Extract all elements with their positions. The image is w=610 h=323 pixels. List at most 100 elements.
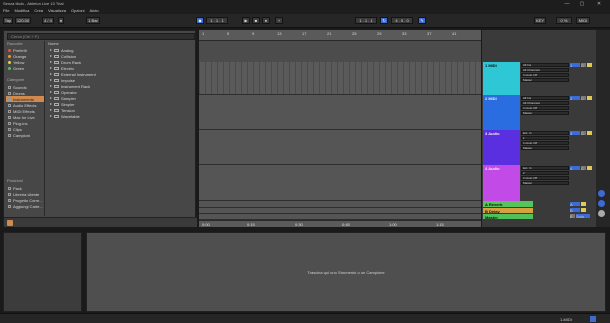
expand-icon[interactable] <box>50 109 52 111</box>
menu-aiuto[interactable]: Aiuto <box>90 8 99 13</box>
io-toggle-icon[interactable] <box>598 200 605 207</box>
track-activator[interactable]: 2 <box>570 96 580 101</box>
expand-icon[interactable] <box>50 73 52 75</box>
menu-crea[interactable]: Crea <box>34 8 43 13</box>
expand-icon[interactable] <box>50 49 52 51</box>
expand-icon[interactable] <box>50 115 52 117</box>
master-volume[interactable]: 0 <box>570 214 575 219</box>
menu-modifica[interactable]: Modifica <box>14 8 29 13</box>
time-ruler[interactable]: 0:00 0:15 0:30 0:45 1:00 1:15 <box>199 220 481 227</box>
record-icon[interactable]: ● <box>262 17 270 24</box>
expand-icon[interactable] <box>50 55 52 57</box>
track-1-midi[interactable]: 1 MIDI All Ins All Channels In Auto Off … <box>482 62 606 95</box>
expand-icon[interactable] <box>50 79 52 81</box>
return-a-solo[interactable]: S <box>581 202 586 207</box>
metronome-icon[interactable]: ● <box>58 17 64 24</box>
browser-item[interactable]: Wavetable <box>50 113 80 119</box>
track-2-title[interactable]: 2 MIDI <box>483 95 520 130</box>
track-4-title[interactable]: 4 Audio <box>483 165 520 201</box>
signature-field[interactable]: 4 / 4 <box>42 17 54 24</box>
track-1-title[interactable]: 1 MIDI <box>483 62 520 95</box>
stop-icon[interactable]: ■ <box>252 17 260 24</box>
follow-icon[interactable]: ◆ <box>196 17 204 24</box>
return-a-activator[interactable]: A <box>570 202 580 207</box>
return-lane-a[interactable] <box>199 201 481 208</box>
monitor-select[interactable]: In Auto Off <box>521 73 569 77</box>
position-field[interactable]: 1 . 1 . 1 <box>206 17 228 24</box>
beat-ruler[interactable]: 1 5 9 13 17 21 25 29 33 37 41 <box>199 30 481 41</box>
play-icon[interactable]: ▶ <box>242 17 250 24</box>
return-b-activator[interactable]: B <box>570 208 580 213</box>
input-channel-select[interactable]: All Channels <box>521 68 569 72</box>
expand-icon[interactable] <box>50 67 52 69</box>
track-lane-2[interactable] <box>199 95 481 130</box>
input-type-select[interactable]: All Ins <box>521 96 569 100</box>
master-title[interactable]: Master <box>483 214 533 220</box>
output-select[interactable]: Master <box>521 146 569 150</box>
draw-mode-icon[interactable]: ✎ <box>418 17 426 24</box>
expand-icon[interactable] <box>50 91 52 93</box>
expand-icon[interactable] <box>50 61 52 63</box>
track-4-audio[interactable]: 4 Audio Ext. In 2 In Auto Off Master 4CS <box>482 165 606 201</box>
solo-button[interactable]: S <box>587 96 592 101</box>
category-campioni[interactable]: Campioni <box>6 132 44 138</box>
expand-icon[interactable] <box>50 97 52 99</box>
return-b-title[interactable]: B Delay <box>483 208 533 214</box>
menu-visualizza[interactable]: Visualizza <box>48 8 66 13</box>
pan-knob[interactable]: C <box>581 63 586 68</box>
monitor-select[interactable]: In Auto Off <box>521 176 569 180</box>
mixer-toggle-icon[interactable] <box>598 210 605 217</box>
menu-file[interactable]: File <box>3 8 9 13</box>
input-channel-select[interactable]: 1 <box>521 136 569 140</box>
expand-icon[interactable] <box>50 85 52 87</box>
loop-start-field[interactable]: 1 . 1 . 1 <box>355 17 377 24</box>
track-lane-3[interactable] <box>199 130 481 165</box>
browser-search-input[interactable]: Cerca (Ctrl + F) <box>7 33 195 40</box>
track-activator[interactable]: 1 <box>570 63 580 68</box>
input-type-select[interactable]: All Ins <box>521 63 569 67</box>
output-select[interactable]: Master <box>521 111 569 115</box>
monitor-select[interactable]: In Auto Off <box>521 106 569 110</box>
overdub-icon[interactable]: + <box>275 17 283 24</box>
device-detail-panel[interactable]: Trascina qui uno Strumento o un Campione <box>86 232 606 312</box>
input-type-select[interactable]: Ext. In <box>521 166 569 170</box>
track-3-title[interactable]: 3 Audio <box>483 130 520 165</box>
input-channel-select[interactable]: 2 <box>521 171 569 175</box>
solo-button[interactable]: S <box>587 131 592 136</box>
pan-knob[interactable]: C <box>581 166 586 171</box>
track-activator[interactable]: 3 <box>570 131 580 136</box>
tap-button[interactable]: Tap <box>3 17 13 24</box>
track-activator[interactable]: 4 <box>570 166 580 171</box>
return-a-title[interactable]: A Reverb <box>483 201 533 207</box>
input-channel-select[interactable]: All Channels <box>521 101 569 105</box>
loop-icon[interactable]: ↻ <box>380 17 388 24</box>
loop-length-field[interactable]: 4 . 0 . 0 <box>391 17 413 24</box>
return-b-solo[interactable]: S <box>581 208 586 213</box>
name-column-header[interactable]: Nome <box>48 41 59 46</box>
view-toggle-icon[interactable] <box>598 190 605 197</box>
track-2-midi[interactable]: 2 MIDI All Ins All Channels In Auto Off … <box>482 95 606 130</box>
output-select[interactable]: Master <box>521 78 569 82</box>
midi-map-button[interactable]: MIDI <box>576 17 590 24</box>
maximize-button[interactable]: ▢ <box>575 0 589 7</box>
tempo-field[interactable]: 120.00 <box>15 17 31 24</box>
track-3-audio[interactable]: 3 Audio Ext. In 1 In Auto Off Master 3CS <box>482 130 606 165</box>
output-select[interactable]: Master <box>521 181 569 185</box>
solo-button[interactable]: S <box>587 63 592 68</box>
expand-icon[interactable] <box>50 103 52 105</box>
key-map-button[interactable]: KEY <box>534 17 546 24</box>
minimize-button[interactable]: — <box>560 0 574 7</box>
collection-green[interactable]: Green <box>6 65 44 71</box>
master-solo[interactable]: Solo <box>576 214 590 219</box>
monitor-select[interactable]: In Auto Off <box>521 141 569 145</box>
track-lane-4[interactable] <box>199 165 481 201</box>
menu-opzioni[interactable]: Opzioni <box>71 8 85 13</box>
close-button[interactable]: ✕ <box>592 0 606 7</box>
pan-knob[interactable]: C <box>581 131 586 136</box>
return-track-a[interactable]: A Reverb AS <box>482 201 606 208</box>
pan-knob[interactable]: C <box>581 96 586 101</box>
track-lane-1[interactable] <box>199 62 481 95</box>
preview-icon[interactable] <box>7 220 13 226</box>
quantize-select[interactable]: 1 Bar <box>86 17 100 24</box>
master-track[interactable]: Master 0 Solo <box>482 214 606 220</box>
